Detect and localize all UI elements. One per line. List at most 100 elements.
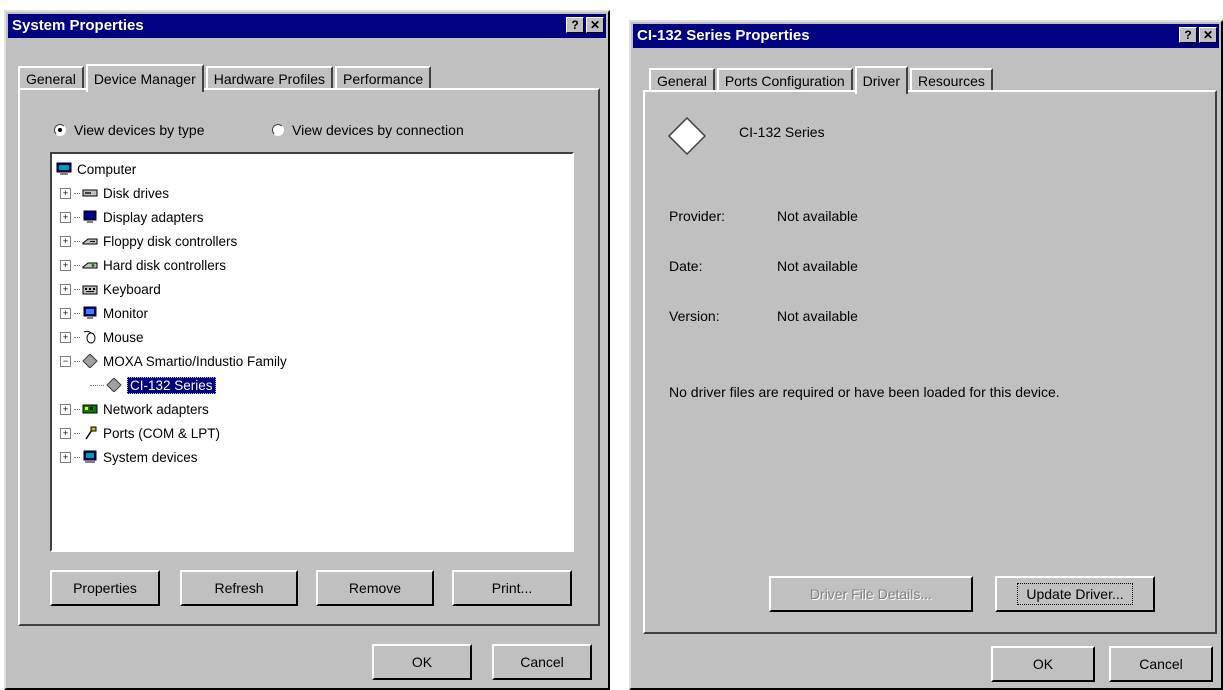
refresh-button[interactable]: Refresh (180, 570, 298, 606)
version-value: Not available (777, 308, 858, 324)
tree-label: MOXA Smartio/Industio Family (103, 353, 287, 369)
help-button[interactable]: ? (566, 17, 584, 33)
tab-ports-configuration[interactable]: Ports Configuration (716, 68, 853, 92)
ok-button[interactable]: OK (372, 644, 472, 680)
tree-label: Hard disk controllers (103, 257, 227, 273)
tree-item-moxa-family[interactable]: − MOXA Smartio/Industio Family (60, 350, 287, 372)
network-adapter-icon (82, 402, 98, 416)
title-bar[interactable]: System Properties ? ✕ (8, 14, 606, 38)
update-driver-button[interactable]: Update Driver... (995, 576, 1155, 612)
tree-label-selected: CI-132 Series (127, 376, 216, 394)
provider-label: Provider: (669, 208, 726, 224)
expand-icon[interactable]: + (60, 235, 71, 247)
expand-icon[interactable]: + (60, 307, 71, 319)
tab-general[interactable]: General (649, 68, 715, 92)
tree-label: System devices (103, 449, 198, 465)
properties-button[interactable]: Properties (50, 570, 160, 606)
tree-item-mouse[interactable]: + Mouse (60, 326, 144, 348)
radio-label: View devices by connection (292, 122, 464, 138)
tree-item-monitor[interactable]: + Monitor (60, 302, 148, 324)
radio-view-by-connection[interactable]: View devices by connection (272, 122, 464, 138)
tree-line (74, 264, 80, 266)
device-diamond-icon (667, 116, 707, 159)
tree-item-ports[interactable]: + Ports (COM & LPT) (60, 422, 220, 444)
driver-message: No driver files are required or have bee… (669, 384, 1060, 400)
tree-item-display-adapters[interactable]: + Display adapters (60, 206, 204, 228)
tree-label: Keyboard (103, 281, 161, 297)
cancel-button[interactable]: Cancel (1109, 646, 1213, 682)
tab-strip: General Device Manager Hardware Profiles… (18, 64, 433, 92)
port-connector-icon (82, 426, 98, 440)
tree-line (74, 456, 80, 458)
tab-hardware-profiles[interactable]: Hardware Profiles (205, 66, 334, 90)
tree-label: Display adapters (103, 209, 204, 225)
device-manager-panel: View devices by type View devices by con… (18, 88, 600, 626)
system-device-icon (82, 450, 98, 464)
cancel-button[interactable]: Cancel (492, 644, 592, 680)
tree-line (74, 288, 80, 290)
tree-line (74, 336, 80, 338)
tab-device-manager[interactable]: Device Manager (85, 64, 204, 92)
device-tree[interactable]: Computer + Disk drives + Display adapter… (50, 152, 574, 552)
date-value: Not available (777, 258, 858, 274)
tree-item-hard-disk-controllers[interactable]: + Hard disk controllers (60, 254, 226, 276)
tree-label: Network adapters (103, 401, 209, 417)
tree-item-system-devices[interactable]: + System devices (60, 446, 198, 468)
tree-item-network-adapters[interactable]: + Network adapters (60, 398, 209, 420)
tree-item-keyboard[interactable]: + Keyboard (60, 278, 161, 300)
tree-item-computer[interactable]: Computer (56, 158, 136, 180)
tab-strip: General Ports Configuration Driver Resou… (649, 66, 995, 94)
tree-item-disk-drives[interactable]: + Disk drives (60, 182, 169, 204)
expand-icon[interactable]: + (60, 427, 71, 439)
tree-line (90, 384, 104, 386)
provider-value: Not available (777, 208, 858, 224)
diamond-device-icon (106, 377, 122, 393)
radio-dot (54, 124, 66, 136)
title-bar[interactable]: CI-132 Series Properties ? ✕ (633, 24, 1219, 48)
hard-disk-controller-icon (82, 258, 98, 272)
expand-icon[interactable]: + (60, 403, 71, 415)
version-label: Version: (669, 308, 720, 324)
tab-general[interactable]: General (18, 66, 84, 90)
radio-view-by-type[interactable]: View devices by type (54, 122, 204, 138)
tree-line (74, 240, 80, 242)
tab-driver[interactable]: Driver (854, 66, 908, 94)
expand-icon[interactable]: + (60, 259, 71, 271)
expand-icon[interactable]: + (60, 451, 71, 463)
update-driver-label: Update Driver... (1017, 583, 1133, 605)
date-label: Date: (669, 258, 703, 274)
collapse-icon[interactable]: − (60, 355, 71, 367)
expand-icon[interactable]: + (60, 331, 71, 343)
expand-icon[interactable]: + (60, 211, 71, 223)
expand-icon[interactable]: + (60, 283, 71, 295)
radio-label: View devices by type (74, 122, 205, 138)
print-button[interactable]: Print... (452, 570, 572, 606)
close-button[interactable]: ✕ (1199, 27, 1217, 43)
device-name: CI-132 Series (739, 124, 825, 140)
tree-label: Disk drives (103, 185, 170, 201)
expand-icon[interactable]: + (60, 187, 71, 199)
tree-line (74, 360, 80, 362)
tab-performance[interactable]: Performance (335, 66, 432, 90)
tree-label: Computer (77, 161, 137, 177)
floppy-controller-icon (82, 234, 98, 248)
tab-resources[interactable]: Resources (910, 68, 993, 92)
radio-dot (272, 124, 284, 136)
driver-panel: CI-132 Series Provider: Not available Da… (643, 90, 1217, 634)
ci-132-properties-window: CI-132 Series Properties ? ✕ General Por… (629, 20, 1223, 690)
tree-label: Monitor (103, 305, 149, 321)
tree-label: Ports (COM & LPT) (103, 425, 221, 441)
ok-button[interactable]: OK (991, 646, 1095, 682)
tree-item-floppy-controllers[interactable]: + Floppy disk controllers (60, 230, 237, 252)
diamond-device-icon (82, 353, 98, 369)
driver-file-details-button[interactable]: Driver File Details... (769, 576, 973, 612)
system-properties-window: System Properties ? ✕ General Device Man… (4, 10, 610, 690)
close-button[interactable]: ✕ (586, 17, 604, 33)
computer-icon (56, 162, 72, 176)
window-title: CI-132 Series Properties (637, 27, 810, 44)
disk-drive-icon (82, 186, 98, 200)
tree-item-ci-132-series[interactable]: CI-132 Series (90, 374, 216, 396)
remove-button[interactable]: Remove (316, 570, 434, 606)
mouse-icon (82, 330, 98, 344)
help-button[interactable]: ? (1179, 27, 1197, 43)
